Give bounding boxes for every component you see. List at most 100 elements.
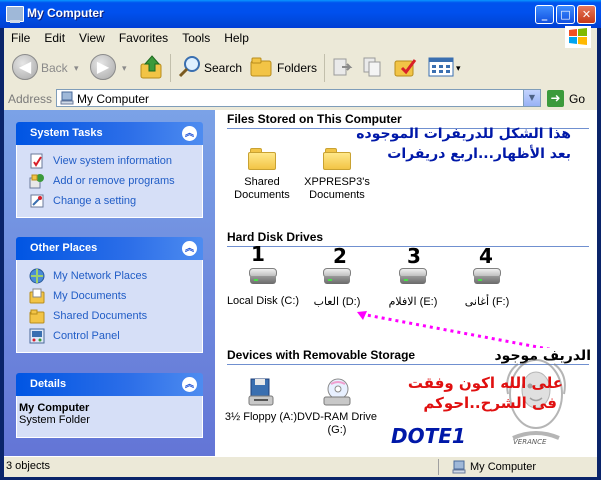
collapse-chevron-icon[interactable]: ︽ <box>182 377 197 392</box>
annotation-line-1: هذا الشكل للدريفرات الموجوده <box>356 126 571 142</box>
forward-dropdown-icon[interactable]: ▾ <box>122 52 127 84</box>
menu-bar: File Edit View Favorites Tools Help <box>4 26 597 49</box>
details-header[interactable]: Details ︽ <box>16 373 203 396</box>
search-icon[interactable] <box>178 55 202 79</box>
status-location-label: My Computer <box>470 461 537 473</box>
place-my-documents[interactable]: My Documents <box>27 286 202 306</box>
menu-file[interactable]: File <box>4 28 37 48</box>
go-button[interactable]: Go <box>569 92 585 106</box>
address-label: Address <box>8 92 53 106</box>
task-label: View system information <box>53 155 173 167</box>
status-bar: 3 objects My Computer <box>4 456 597 477</box>
other-places-body: My Network Places My Documents Shared Do… <box>16 260 203 353</box>
item-label: 3½ Floppy (A:) <box>224 411 298 423</box>
address-input[interactable]: My Computer ▼ <box>56 89 541 107</box>
annotation-line-2: بعد الأظهار...اربع دريفرات <box>387 146 571 162</box>
task-label: Change a setting <box>53 195 137 207</box>
system-tasks-header[interactable]: System Tasks ︽ <box>16 122 203 145</box>
collapse-chevron-icon[interactable]: ︽ <box>182 241 197 256</box>
annotation-thanks-2: فى الشرح..احوكم <box>423 394 557 412</box>
place-label: My Documents <box>53 290 127 302</box>
status-separator <box>438 459 439 475</box>
address-dropdown-icon[interactable]: ▼ <box>523 90 540 106</box>
other-places-header[interactable]: Other Places ︽ <box>16 237 203 260</box>
drive-number-3: 3 <box>407 244 421 268</box>
drive-d-item[interactable]: العاب (D:) <box>293 266 381 308</box>
status-location: My Computer <box>450 459 536 475</box>
folder-icon <box>248 146 276 170</box>
task-change-setting[interactable]: Change a setting <box>27 191 202 211</box>
folders-icon[interactable] <box>250 56 274 78</box>
details-body: My Computer System Folder <box>16 396 203 438</box>
place-label: Control Panel <box>53 330 120 342</box>
close-button[interactable]: ✕ <box>577 5 596 24</box>
menu-favorites[interactable]: Favorites <box>112 28 175 48</box>
item-label: أغانى (F:) <box>464 296 510 308</box>
views-icon[interactable] <box>428 56 454 78</box>
status-object-count: 3 objects <box>6 460 51 472</box>
task-add-remove-programs[interactable]: Add or remove programs <box>27 171 202 191</box>
back-dropdown-icon[interactable]: ▾ <box>74 52 79 84</box>
title-bar[interactable]: My Computer _ □ ✕ <box>0 0 601 28</box>
address-bar: Address My Computer ▼ ➜ Go <box>4 88 597 110</box>
hard-disk-icon <box>323 266 351 286</box>
watermark-text: VERANCE <box>513 438 547 446</box>
windows-logo-icon <box>565 26 591 48</box>
menu-tools[interactable]: Tools <box>175 28 217 48</box>
item-label: XPPRESP3's Documents <box>304 176 370 201</box>
address-value: My Computer <box>77 92 150 106</box>
network-places-icon <box>29 268 45 284</box>
undo-icon[interactable] <box>394 56 418 78</box>
change-setting-icon <box>30 194 44 208</box>
place-label: My Network Places <box>53 270 148 282</box>
my-computer-icon <box>6 6 24 23</box>
my-documents-icon <box>29 288 45 304</box>
maximize-button[interactable]: □ <box>556 5 575 24</box>
window-title: My Computer <box>27 6 104 20</box>
floppy-a-item[interactable]: 3½ Floppy (A:) <box>217 378 305 424</box>
other-places-title: Other Places <box>30 242 98 254</box>
add-remove-programs-icon <box>29 174 44 189</box>
folder-icon <box>323 146 351 170</box>
forward-arrow-icon[interactable]: ▶ <box>90 54 116 80</box>
user-documents-item[interactable]: XPPRESP3's Documents <box>293 146 381 202</box>
floppy-drive-icon <box>248 378 274 406</box>
hard-disk-icon <box>249 266 277 286</box>
place-shared-documents[interactable]: Shared Documents <box>27 306 202 326</box>
collapse-chevron-icon[interactable]: ︽ <box>182 126 197 141</box>
place-label: Shared Documents <box>53 310 148 322</box>
drive-number-2: 2 <box>333 244 347 268</box>
menu-help[interactable]: Help <box>217 28 256 48</box>
back-button-label[interactable]: Back <box>41 52 68 84</box>
go-arrow-icon[interactable]: ➜ <box>547 90 564 107</box>
drive-f-item[interactable]: أغانى (F:) <box>443 266 531 308</box>
task-view-system-info[interactable]: View system information <box>27 151 202 171</box>
drive-number-4: 4 <box>479 244 493 268</box>
system-tasks-title: System Tasks <box>30 127 103 139</box>
my-computer-icon <box>60 91 74 105</box>
menu-view[interactable]: View <box>72 28 112 48</box>
place-my-network-places[interactable]: My Network Places <box>27 266 202 286</box>
search-button[interactable]: Search <box>204 52 242 84</box>
toolbar-separator <box>324 54 325 82</box>
control-panel-icon <box>29 328 45 344</box>
system-tasks-body: View system information Add or remove pr… <box>16 145 203 218</box>
hard-disk-icon <box>399 266 427 286</box>
back-arrow-icon[interactable]: ◀ <box>12 54 38 80</box>
minimize-button[interactable]: _ <box>535 5 554 24</box>
item-label: العاب (D:) <box>313 296 361 308</box>
dvd-g-item[interactable]: DVD-RAM Drive (G:) <box>293 378 381 437</box>
folders-button[interactable]: Folders <box>277 52 317 84</box>
explorer-window: My Computer _ □ ✕ File Edit View Favorites T… <box>0 0 601 480</box>
toolbar: ◀ Back ▾ ▶ ▾ Search Folders ▾ <box>4 48 597 89</box>
dvd-drive-icon <box>323 378 351 406</box>
item-label: DVD-RAM Drive (G:) <box>296 411 378 436</box>
menu-edit[interactable]: Edit <box>37 28 72 48</box>
up-folder-icon[interactable] <box>140 54 164 80</box>
copy-to-icon[interactable] <box>362 56 384 78</box>
move-to-icon[interactable] <box>332 56 354 78</box>
place-control-panel[interactable]: Control Panel <box>27 326 202 346</box>
views-dropdown-icon[interactable]: ▾ <box>456 52 461 84</box>
system-info-icon <box>30 153 43 169</box>
details-type: System Folder <box>19 414 90 426</box>
